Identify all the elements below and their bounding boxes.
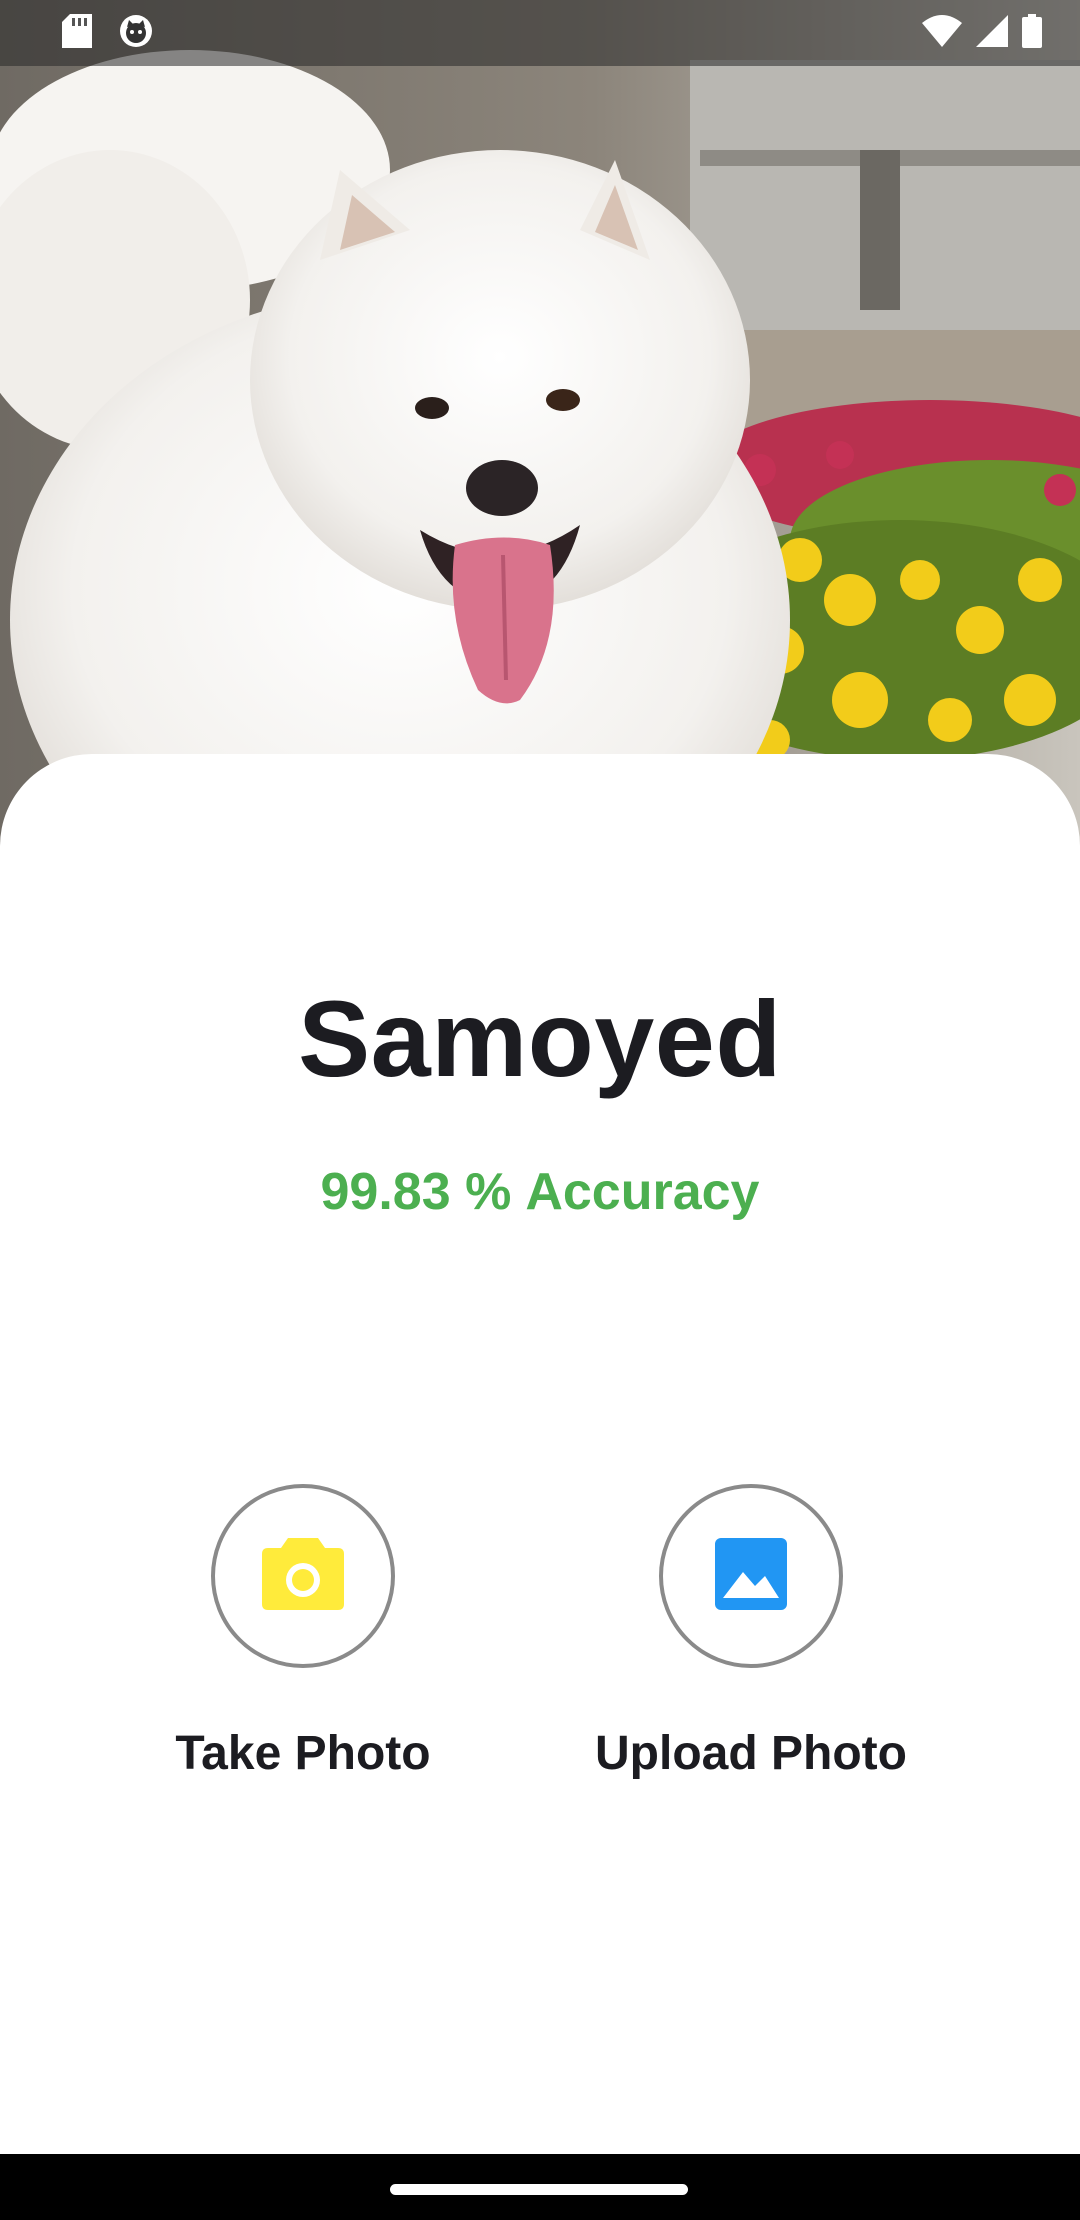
take-photo-circle[interactable] [211, 1484, 395, 1668]
accuracy-label: Accuracy [525, 1163, 760, 1221]
cat-face-icon [118, 13, 154, 54]
status-left-icons [62, 13, 154, 54]
upload-photo-button[interactable]: Upload Photo [551, 1484, 951, 1778]
camera-icon [262, 1537, 344, 1615]
app-screen: Samoyed 99.83 % Accuracy Take Photo Uploa… [0, 0, 1080, 2220]
home-handle[interactable] [390, 2184, 688, 2195]
status-right-icons [922, 13, 1042, 53]
navigation-bar [0, 2154, 1080, 2220]
take-photo-button[interactable]: Take Photo [103, 1484, 503, 1778]
breed-name: Samoyed [298, 978, 782, 1099]
accuracy-text: 99.83 % Accuracy [0, 1166, 1080, 1218]
sd-card-icon [62, 13, 92, 53]
image-icon [715, 1537, 787, 1615]
samoyed-illustration [0, 0, 1080, 860]
cellular-signal-icon [976, 14, 1008, 52]
result-card [0, 754, 1080, 2154]
upload-photo-label: Upload Photo [595, 1727, 907, 1780]
wifi-icon [922, 14, 962, 52]
accuracy-value: 99.83 % [320, 1163, 512, 1221]
battery-icon [1022, 13, 1042, 53]
take-photo-label: Take Photo [175, 1727, 431, 1780]
upload-photo-circle[interactable] [659, 1484, 843, 1668]
status-bar [0, 0, 1080, 66]
dog-photo [0, 0, 1080, 860]
